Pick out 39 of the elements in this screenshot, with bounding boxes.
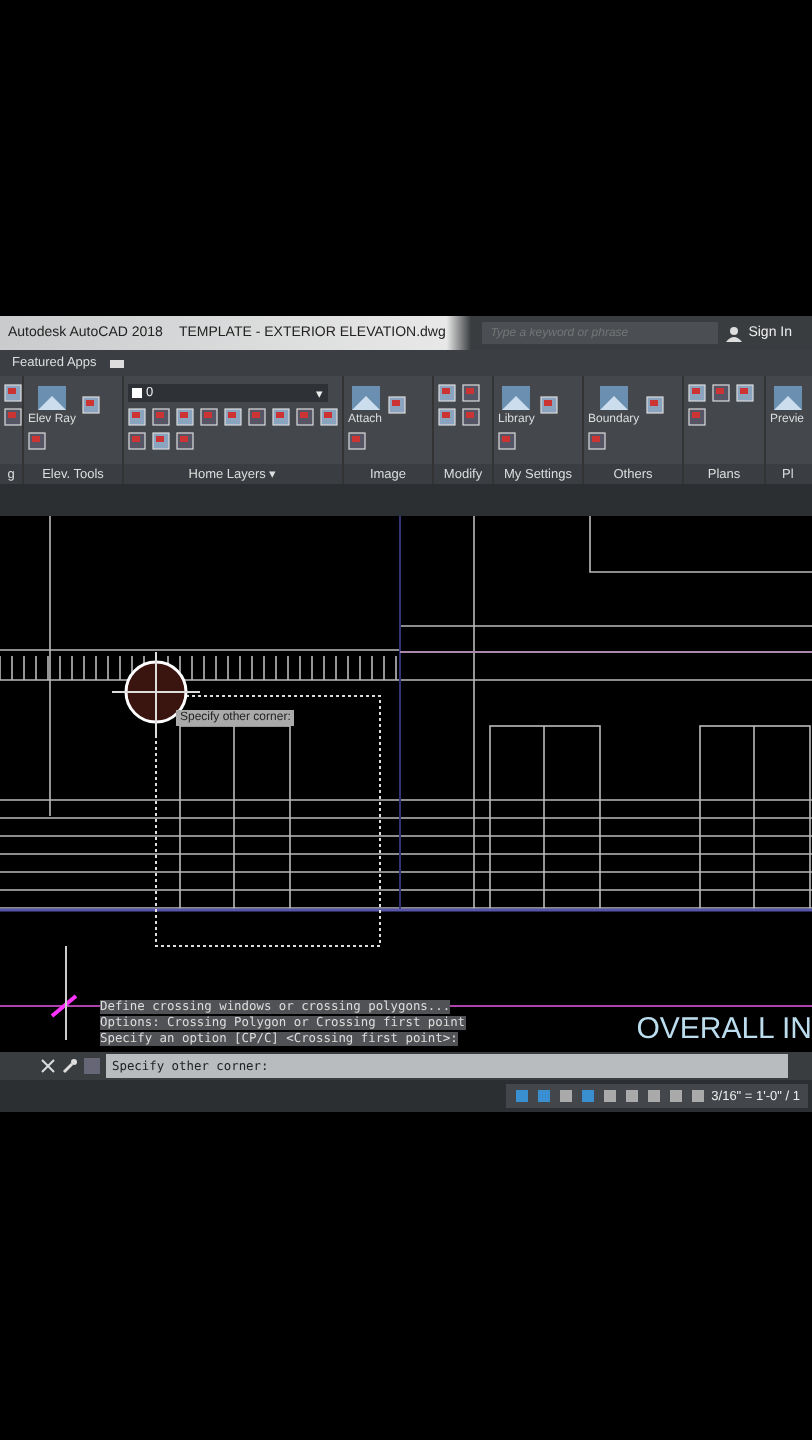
- ribbon-tool-icon[interactable]: [272, 408, 290, 426]
- ribbon-tool-icon[interactable]: [462, 384, 480, 402]
- ribbon-tool-icon[interactable]: [736, 384, 754, 402]
- ribbon-tool-icon[interactable]: [688, 408, 706, 426]
- ribbon-tool-icon[interactable]: [320, 408, 338, 426]
- picture-icon: [349, 384, 381, 412]
- ribbon-tool-icon[interactable]: [28, 432, 46, 450]
- ribbon-tool-icon[interactable]: [438, 408, 456, 426]
- ribbon-tool-icon[interactable]: [688, 384, 706, 402]
- ribbon-tool-icon[interactable]: [248, 408, 266, 426]
- ribbon-tool-icon[interactable]: [712, 384, 730, 402]
- ribbon-tool-icon[interactable]: [82, 396, 101, 414]
- ribbon-tool-icon[interactable]: [388, 396, 407, 414]
- ribbon-tool-icon[interactable]: [152, 432, 170, 450]
- user-icon[interactable]: [726, 325, 743, 341]
- ribbon-tool-icon[interactable]: [462, 408, 480, 426]
- ribbon-tool-icon[interactable]: [152, 408, 170, 426]
- ribbon-tool-icon[interactable]: [4, 408, 22, 426]
- ribbon-tool-icon[interactable]: [645, 396, 664, 414]
- ribbon-tool-icon[interactable]: [4, 384, 22, 402]
- picture-icon: [36, 384, 68, 412]
- drawing-title-text: OVERALL IN: [636, 1012, 812, 1046]
- wrench-icon[interactable]: [62, 1058, 78, 1074]
- ribbon-tool-icon[interactable]: [296, 408, 314, 426]
- picture-icon: [771, 384, 803, 412]
- picture-icon: [500, 384, 533, 412]
- ribbon-tool-icon[interactable]: [438, 384, 456, 402]
- ribbon-tool-icon[interactable]: [348, 432, 366, 450]
- ribbon-tool-icon[interactable]: [498, 432, 516, 450]
- ribbon-tool-icon[interactable]: [128, 408, 146, 426]
- ribbon-tool-icon[interactable]: [224, 408, 242, 426]
- picture-icon: [597, 384, 630, 412]
- ribbon-tool-icon[interactable]: [540, 396, 559, 414]
- ribbon-tool-icon[interactable]: [200, 408, 218, 426]
- close-icon[interactable]: [40, 1058, 56, 1074]
- ribbon-tool-icon[interactable]: [176, 408, 194, 426]
- ribbon-tool-icon[interactable]: [588, 432, 606, 450]
- ribbon-tool-icon[interactable]: [128, 432, 146, 450]
- ribbon-tool-icon[interactable]: [176, 432, 194, 450]
